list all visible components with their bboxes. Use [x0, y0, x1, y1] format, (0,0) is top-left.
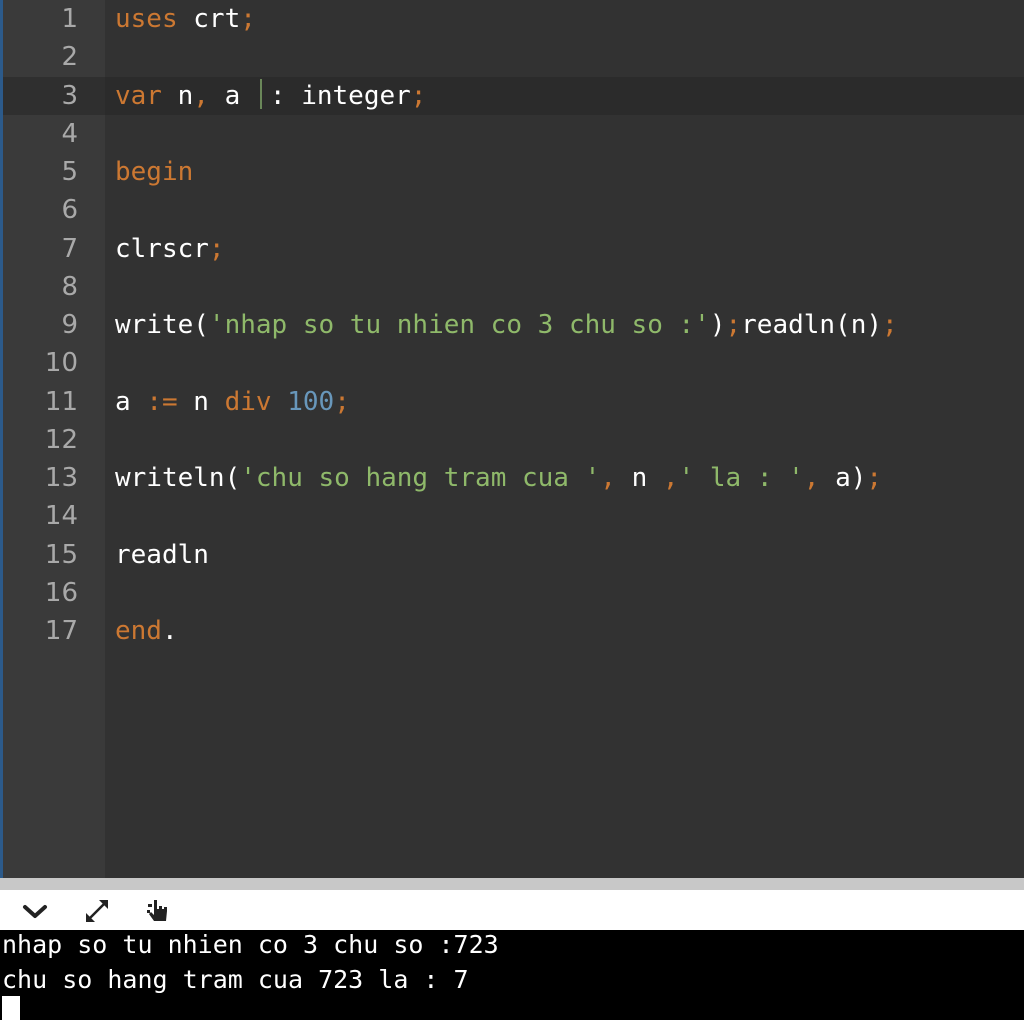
code-token: a — [208, 80, 256, 111]
line-number: 6 — [61, 195, 78, 226]
line-number: 16 — [44, 577, 78, 608]
code-token: ' la : ' — [678, 463, 804, 493]
code-token: := — [146, 386, 178, 417]
code-line[interactable]: 16 — [3, 574, 1024, 612]
code-token: end — [115, 616, 162, 646]
code-token: n — [161, 80, 194, 111]
code-text: write('nhap so tu nhien co 3 chu so :');… — [115, 306, 898, 344]
console-toolbar — [0, 890, 1024, 930]
code-token: : integer — [269, 80, 411, 111]
code-line[interactable]: 17 end. — [3, 612, 1024, 650]
code-line[interactable]: 9 write('nhap so tu nhien co 3 chu so :')… — [3, 306, 1024, 344]
line-number: 7 — [61, 233, 78, 264]
code-token: , — [193, 80, 209, 111]
hand-cursor-icon — [147, 900, 167, 921]
code-token: 'nhap so tu nhien co 3 chu so :' — [208, 310, 710, 340]
code-token: crt — [177, 4, 241, 34]
code-token: ; — [410, 80, 427, 111]
code-token: , — [803, 463, 820, 493]
code-token: n — [615, 463, 663, 493]
expand-button[interactable] — [79, 894, 115, 928]
code-line[interactable]: 2 — [3, 38, 1024, 76]
code-token: n — [177, 386, 225, 417]
code-token: write( — [115, 310, 209, 340]
line-number: 15 — [44, 539, 78, 570]
code-line[interactable]: 14 — [3, 497, 1024, 535]
code-line[interactable]: 1 uses crt; — [3, 0, 1024, 38]
code-line[interactable]: 3 var n, a : integer; — [3, 76, 1024, 115]
code-token: a) — [819, 463, 867, 493]
code-line[interactable]: 11 a := n div 100; — [3, 383, 1024, 421]
code-token: , — [600, 463, 616, 493]
line-number: 5 — [61, 157, 78, 187]
code-editor[interactable]: 1 uses crt; 2 3 var n, a : integer; 4 5 begin 6 7… — [3, 0, 1024, 878]
code-text: readln — [115, 536, 209, 574]
code-token: ; — [334, 386, 350, 417]
code-token: writeln( — [115, 463, 241, 493]
line-number: 17 — [44, 616, 78, 646]
line-number: 12 — [44, 424, 78, 455]
app-window: 1 uses crt; 2 3 var n, a : integer; 4 5 begin 6 7… — [0, 0, 1024, 1020]
code-text: end. — [115, 612, 178, 650]
chevron-down-icon — [23, 905, 47, 918]
line-number: 8 — [61, 271, 78, 302]
code-token: readln — [115, 539, 209, 570]
code-token: , — [662, 463, 679, 493]
line-number: 1 — [61, 4, 78, 34]
code-token: ) — [709, 310, 726, 340]
line-number: 11 — [44, 386, 78, 417]
code-line[interactable]: 6 — [3, 191, 1024, 229]
code-line[interactable]: 13 writeln('chu so hang tram cua ', n ,' … — [3, 459, 1024, 497]
console-output-line: chu so hang tram cua 723 la : 7 — [2, 965, 469, 994]
code-token: . — [161, 616, 178, 646]
line-number: 14 — [44, 501, 78, 532]
line-number: 10 — [44, 348, 78, 379]
code-text: writeln('chu so hang tram cua ', n ,' la… — [115, 459, 882, 497]
code-token: div — [224, 386, 272, 417]
code-token: readln(n) — [741, 310, 883, 340]
code-text: a := n div 100; — [115, 383, 350, 421]
line-number: 3 — [3, 76, 105, 115]
code-token: clrscr — [115, 233, 209, 264]
code-text: clrscr; — [115, 230, 225, 268]
code-token: uses — [115, 4, 178, 34]
console-output-line: nhap so tu nhien co 3 chu so :723 — [2, 930, 499, 959]
code-token: ; — [725, 310, 742, 340]
code-text: begin — [115, 153, 193, 191]
collapse-button[interactable] — [17, 894, 53, 928]
code-line[interactable]: 5 begin — [3, 153, 1024, 191]
text-caret — [259, 78, 262, 109]
code-token: a — [115, 386, 147, 417]
code-token: 100 — [287, 386, 335, 417]
code-token: ; — [882, 310, 898, 340]
input-button[interactable] — [140, 894, 176, 928]
expand-arrows-icon — [86, 900, 108, 922]
line-number: 9 — [61, 310, 78, 340]
output-console[interactable]: nhap so tu nhien co 3 chu so :723 chu so… — [0, 930, 1024, 1020]
code-token: 'chu so hang tram cua ' — [240, 463, 601, 493]
line-number: 4 — [61, 118, 78, 149]
code-line[interactable]: 7 clrscr; — [3, 230, 1024, 268]
terminal-cursor — [2, 996, 20, 1020]
code-token: begin — [115, 157, 194, 187]
code-line[interactable]: 15 readln — [3, 536, 1024, 574]
code-token: var — [115, 80, 162, 111]
code-line[interactable]: 10 — [3, 344, 1024, 382]
code-line[interactable]: 4 — [3, 115, 1024, 153]
code-text: var n, a : integer; — [115, 77, 426, 115]
line-number: 13 — [44, 463, 78, 493]
code-text: uses crt; — [115, 0, 256, 38]
code-line[interactable]: 12 — [3, 421, 1024, 459]
code-line[interactable]: 8 — [3, 268, 1024, 306]
panel-resize-handle[interactable] — [0, 878, 1024, 890]
line-number: 2 — [61, 42, 78, 73]
code-token: ; — [866, 463, 883, 493]
code-token: ; — [240, 4, 256, 34]
code-token: ; — [208, 233, 225, 264]
